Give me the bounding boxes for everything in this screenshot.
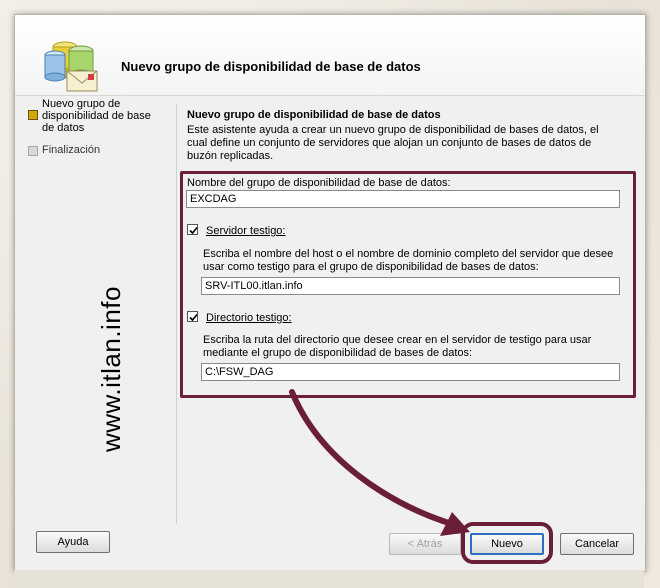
witness-server-label[interactable]: Servidor testigo: — [206, 225, 285, 237]
witness-server-input[interactable] — [201, 277, 620, 295]
wizard-steps: Nuevo grupo de disponibilidad de base de… — [22, 98, 162, 166]
database-mail-icon — [44, 41, 98, 92]
bottom-strip — [14, 570, 644, 588]
witness-server-help: Escriba el nombre del host o el nombre d… — [203, 248, 614, 273]
witness-dir-input[interactable] — [201, 363, 620, 381]
checkmark-icon — [189, 226, 198, 235]
content-panel: Nuevo grupo de disponibilidad de base de… — [187, 109, 615, 163]
witness-dir-help: Escriba la ruta del directorio que desee… — [203, 334, 592, 359]
cancel-button[interactable]: Cancelar — [560, 533, 634, 555]
back-button[interactable]: < Atrás — [389, 533, 461, 555]
group-name-label: Nombre del grupo de disponibilidad de ba… — [187, 177, 451, 189]
wizard-header: Nuevo grupo de disponibilidad de base de… — [15, 15, 645, 96]
step-label: Finalización — [42, 144, 101, 156]
divider — [176, 104, 177, 524]
witness-server-checkbox[interactable] — [187, 224, 198, 235]
wizard-title: Nuevo grupo de disponibilidad de base de… — [121, 59, 421, 74]
witness-dir-checkbox[interactable] — [187, 311, 198, 322]
help-button[interactable]: Ayuda — [36, 531, 110, 553]
step-completion[interactable]: Finalización — [22, 144, 162, 156]
step-pending-icon — [28, 146, 38, 156]
step-active-icon — [28, 110, 38, 120]
witness-dir-label[interactable]: Directorio testigo: — [206, 312, 292, 324]
watermark-text: www.itlan.info — [96, 286, 126, 452]
step-new-dag[interactable]: Nuevo grupo de disponibilidad de base de… — [22, 98, 162, 134]
content-title: Nuevo grupo de disponibilidad de base de… — [187, 109, 441, 121]
annotation-ring — [461, 522, 553, 564]
step-label: Nuevo grupo de disponibilidad de base de… — [42, 98, 151, 134]
group-name-input[interactable] — [186, 190, 620, 208]
checkmark-icon — [189, 313, 198, 322]
watermark: www.itlan.info — [96, 262, 127, 452]
content-description: Este asistente ayuda a crear un nuevo gr… — [187, 124, 599, 162]
